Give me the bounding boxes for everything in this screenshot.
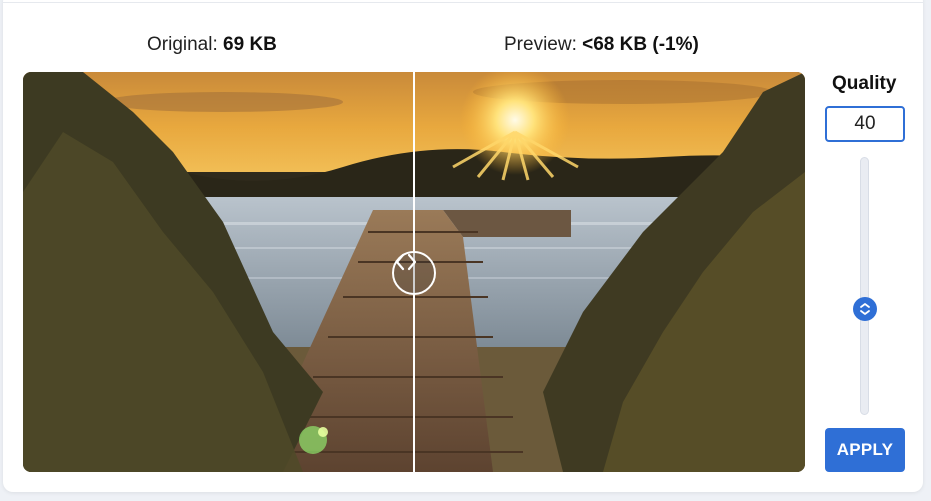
preview-prefix: Preview: [504,34,577,55]
quality-title: Quality [832,73,897,94]
compare-handle[interactable] [392,251,436,295]
original-prefix: Original: [147,34,218,55]
image-compare-viewer[interactable] [23,72,805,472]
preview-size-label: Preview: <68 KB (-1%) [504,34,699,56]
apply-button[interactable]: APPLY [825,428,905,472]
original-size-label: Original: 69 KB [147,34,277,56]
quality-slider-track[interactable] [860,157,869,415]
quality-input[interactable] [825,106,905,142]
original-size-value: 69 KB [223,34,277,55]
chevron-up-down-icon [860,303,870,316]
chevron-left-right-icon [395,253,417,271]
preview-size-value: <68 KB (-1%) [582,34,699,55]
card-divider [3,2,923,3]
